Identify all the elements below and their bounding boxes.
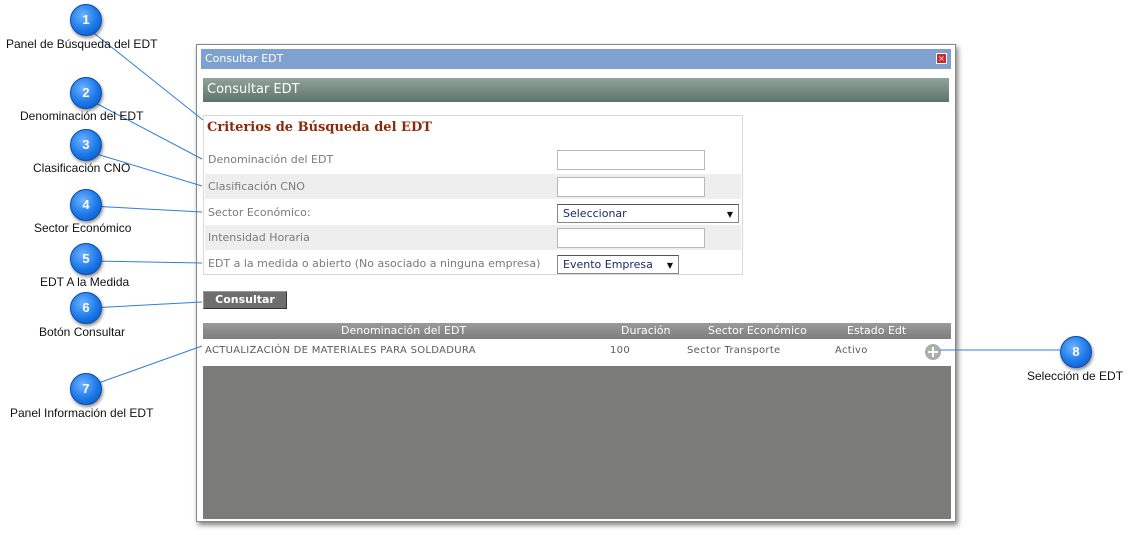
denominacion-input[interactable] <box>557 150 705 170</box>
callout-8-label: Selección de EDT <box>1027 369 1124 383</box>
callout-2: 2 <box>70 77 102 109</box>
intensidad-input[interactable] <box>557 228 705 248</box>
results-grid: Denominación del EDT Duración Sector Eco… <box>203 323 951 519</box>
col-sector[interactable]: Sector Económico <box>708 324 807 337</box>
callout-3: 3 <box>70 129 102 161</box>
chevron-down-icon: ▼ <box>726 210 733 219</box>
cell-sector: Sector Transporte <box>687 345 781 356</box>
sector-select-value: Seleccionar <box>563 207 627 220</box>
clasificacion-label: Clasificación CNO <box>208 180 305 193</box>
leader-line-7 <box>89 345 203 387</box>
search-panel-title: Criterios de Búsqueda del EDT <box>207 120 432 135</box>
chevron-down-icon: ▼ <box>666 261 673 270</box>
callout-7-label: Panel Información del EDT <box>10 406 154 420</box>
table-row[interactable]: ACTUALIZACIÓN DE MATERIALES PARA SOLDADU… <box>203 339 951 366</box>
leader-line-4 <box>89 205 203 213</box>
edt-medida-label: EDT a la medida o abierto (No asociado a… <box>208 257 541 270</box>
intensidad-label: Intensidad Horaria <box>208 231 310 244</box>
callout-1-label: Panel de Búsqueda del EDT <box>6 37 158 51</box>
dialog-header-title: Consultar EDT <box>207 82 300 97</box>
leader-line-6 <box>89 301 203 309</box>
add-icon[interactable] <box>925 344 941 360</box>
grid-header: Denominación del EDT Duración Sector Eco… <box>203 323 951 339</box>
sector-select[interactable]: Seleccionar ▼ <box>557 204 739 223</box>
sector-label: Sector Económico: <box>208 206 311 219</box>
col-estado[interactable]: Estado Edt <box>847 324 906 337</box>
callout-3-label: Clasificación CNO <box>33 161 131 175</box>
row-clasificacion: Clasificación CNO <box>205 174 741 199</box>
edt-medida-select[interactable]: Evento Empresa ▼ <box>557 255 679 274</box>
callout-1: 1 <box>70 4 102 36</box>
clasificacion-input[interactable] <box>557 177 705 197</box>
cell-denominacion: ACTUALIZACIÓN DE MATERIALES PARA SOLDADU… <box>205 345 476 356</box>
row-intensidad: Intensidad Horaria <box>205 225 741 250</box>
row-edt-medida: EDT a la medida o abierto (No asociado a… <box>205 251 741 276</box>
search-panel: Criterios de Búsqueda del EDT Denominaci… <box>203 115 743 275</box>
callout-4: 4 <box>70 189 102 221</box>
callout-2-label: Denominación del EDT <box>20 109 144 123</box>
close-icon[interactable]: × <box>936 53 947 64</box>
consultar-button[interactable]: Consultar <box>203 291 287 309</box>
dialog-header: Consultar EDT <box>203 78 949 102</box>
callout-4-label: Sector Económico <box>34 221 132 235</box>
callout-5: 5 <box>70 243 102 275</box>
callout-7: 7 <box>70 373 102 405</box>
row-denominacion: Denominación del EDT <box>205 147 741 172</box>
cell-duracion: 100 <box>610 345 630 356</box>
consultar-edt-dialog: Consultar EDT × Consultar EDT Criterios … <box>196 44 956 522</box>
dialog-titlebar[interactable]: Consultar EDT × <box>201 49 951 69</box>
leader-line-5 <box>89 260 203 264</box>
callout-6: 6 <box>70 292 102 324</box>
col-duracion[interactable]: Duración <box>621 324 671 337</box>
callout-5-label: EDT A la Medida <box>40 275 130 289</box>
dialog-title: Consultar EDT <box>205 52 284 65</box>
col-denominacion[interactable]: Denominación del EDT <box>341 324 466 337</box>
callout-8: 8 <box>1060 336 1092 368</box>
row-sector: Sector Económico: Seleccionar ▼ <box>205 200 741 225</box>
callout-6-label: Botón Consultar <box>39 325 126 339</box>
cell-estado: Activo <box>835 345 868 356</box>
edt-medida-select-value: Evento Empresa <box>563 258 653 271</box>
denominacion-label: Denominación del EDT <box>208 153 334 166</box>
